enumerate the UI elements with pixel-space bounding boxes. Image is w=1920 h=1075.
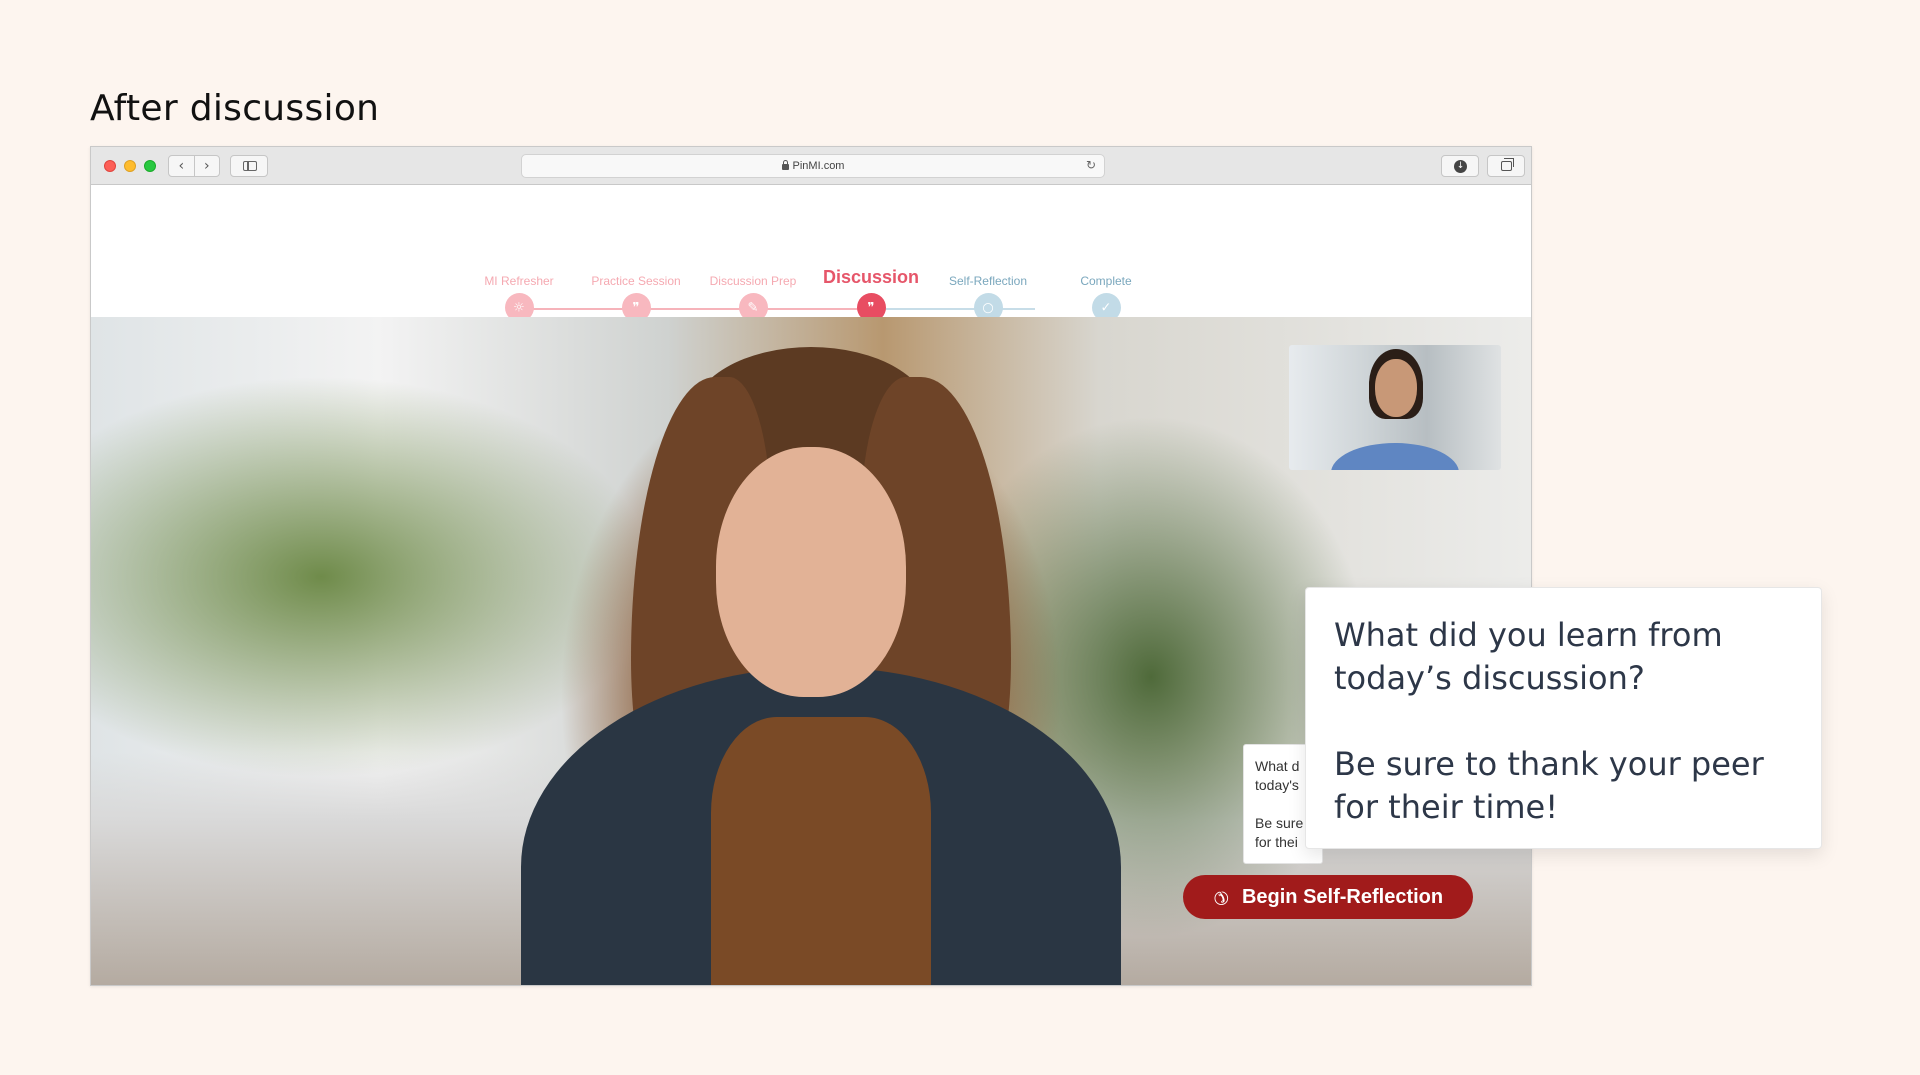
- browser-window: ‹ › PinMI.com ↻ ↓ MI Refresher ☼ Practic…: [90, 146, 1532, 986]
- step-label: Self-Reflection: [948, 274, 1028, 288]
- step-complete[interactable]: Complete ✓: [1046, 271, 1166, 322]
- callout-question: What did you learn from today’s discussi…: [1334, 616, 1723, 697]
- step-practice-session[interactable]: Practice Session ❞: [576, 271, 696, 322]
- chevron-right-icon[interactable]: ›: [193, 156, 220, 176]
- step-label: MI Refresher: [484, 274, 554, 288]
- lock-icon: [781, 160, 789, 170]
- progress-stepper: MI Refresher ☼ Practice Session ❞ Discus…: [91, 185, 1531, 322]
- downloads-button[interactable]: ↓: [1441, 155, 1479, 177]
- prompt-text: today's: [1255, 777, 1299, 793]
- history-nav: ‹ ›: [168, 155, 220, 177]
- peer-shirt: [711, 717, 931, 985]
- peer-face: [716, 447, 906, 697]
- address-bar[interactable]: PinMI.com ↻: [521, 154, 1105, 178]
- zoomed-prompt-callout: What did you learn from today’s discussi…: [1305, 587, 1822, 849]
- close-window-button[interactable]: [104, 160, 116, 172]
- callout-reminder: Be sure to thank your peer for their tim…: [1334, 745, 1764, 826]
- maximize-window-button[interactable]: [144, 160, 156, 172]
- step-label: Practice Session: [591, 274, 681, 288]
- self-body: [1331, 443, 1459, 470]
- prompt-text: for thei: [1255, 834, 1298, 850]
- prompt-text: Be sure: [1255, 815, 1304, 831]
- download-icon: ↓: [1454, 160, 1467, 173]
- minimize-window-button[interactable]: [124, 160, 136, 172]
- reload-icon[interactable]: ↻: [1086, 158, 1096, 172]
- browser-toolbar: ‹ › PinMI.com ↻ ↓: [91, 147, 1531, 185]
- end-call-phone-icon: ✆: [1207, 884, 1234, 910]
- sidebar-toggle-button[interactable]: [230, 155, 268, 177]
- step-label: Discussion Prep: [709, 274, 797, 288]
- self-video-thumbnail[interactable]: [1289, 345, 1501, 470]
- step-label: Complete: [1080, 274, 1132, 288]
- chevron-left-icon[interactable]: ‹: [169, 156, 194, 176]
- step-discussion[interactable]: Discussion ❞: [811, 267, 931, 322]
- begin-self-reflection-label: Begin Self-Reflection: [1241, 885, 1444, 908]
- step-self-reflection[interactable]: Self-Reflection ○: [928, 271, 1048, 322]
- url-text: PinMI.com: [792, 160, 845, 172]
- begin-self-reflection-button[interactable]: ✆ Begin Self-Reflection: [1183, 875, 1473, 919]
- step-discussion-prep[interactable]: Discussion Prep ✎: [693, 271, 813, 322]
- self-face: [1375, 359, 1417, 417]
- sidebar-icon: [243, 161, 257, 171]
- tabs-icon: [1501, 158, 1514, 171]
- step-mi-refresher[interactable]: MI Refresher ☼: [459, 271, 579, 322]
- step-label: Discussion: [822, 267, 920, 287]
- tab-overview-button[interactable]: [1487, 155, 1525, 177]
- page-title: After discussion: [90, 88, 380, 129]
- prompt-text: What d: [1255, 758, 1300, 774]
